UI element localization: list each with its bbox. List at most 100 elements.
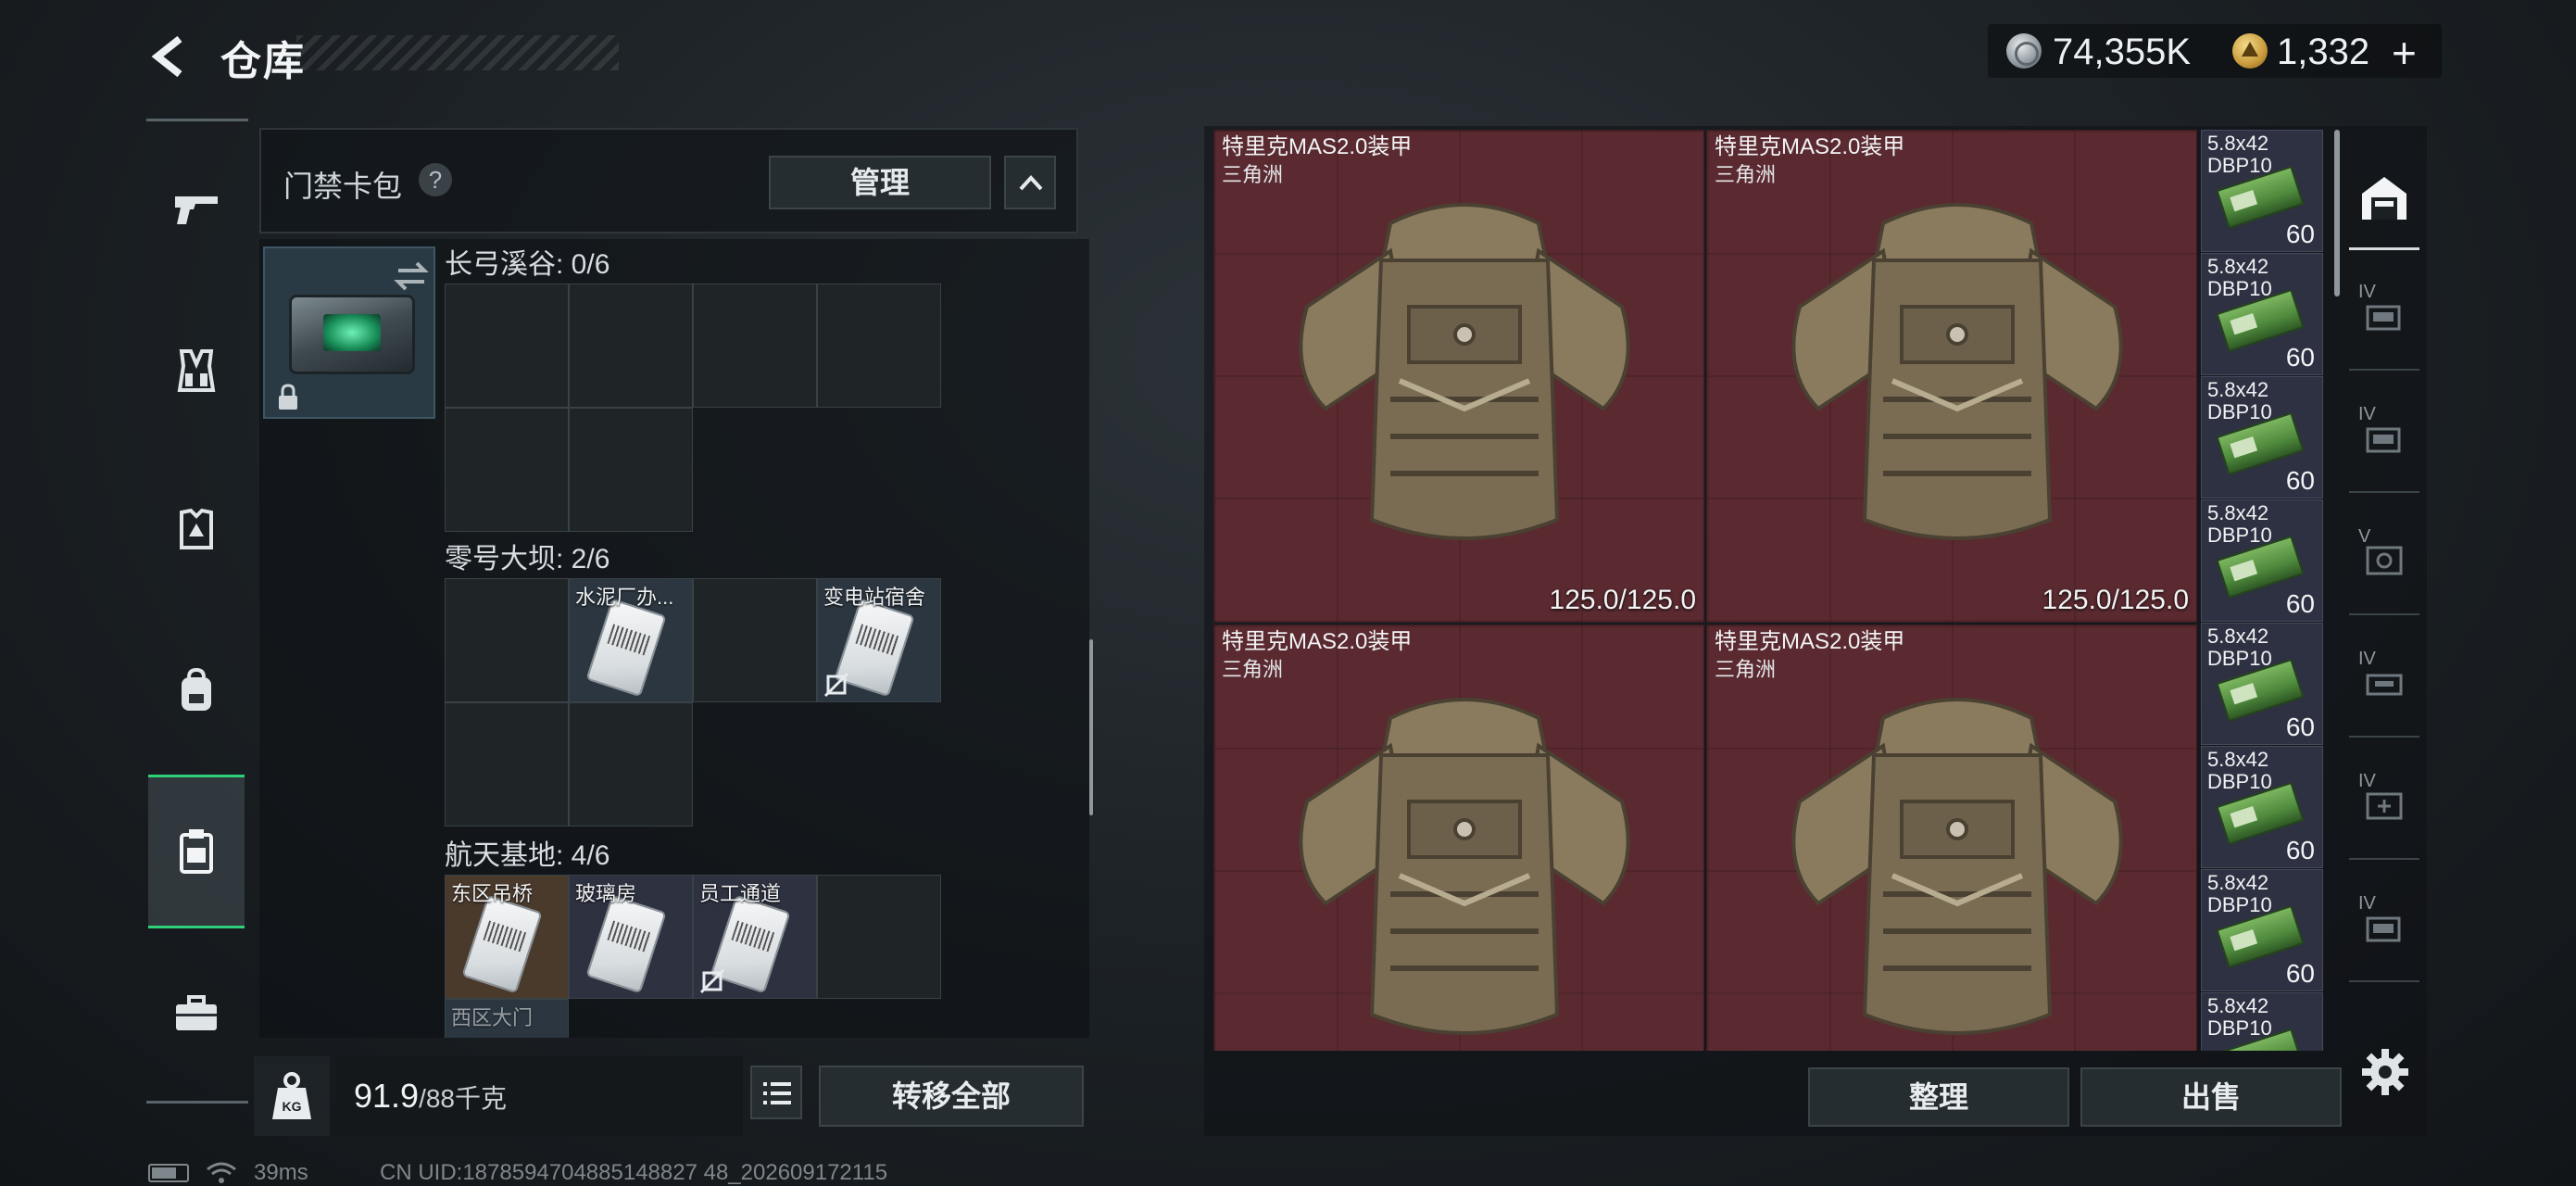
- ammo-name: 5.8x42 DBP10: [2207, 501, 2272, 547]
- rail-item-armor[interactable]: [148, 484, 245, 576]
- ammo-item[interactable]: 5.8x42 DBP10 60: [2201, 130, 2323, 252]
- ammo-item[interactable]: 5.8x42 DBP10 60: [2201, 376, 2323, 498]
- title-decoration: [296, 35, 619, 70]
- keycard-item[interactable]: 东区吊桥: [445, 875, 569, 999]
- currency-bar: 74,355K 1,332 +: [1988, 24, 2442, 78]
- keycard-item[interactable]: 水泥厂办...: [569, 578, 693, 702]
- ammo-count: 60: [2285, 959, 2315, 988]
- keycard-item[interactable]: 员工通道: [693, 875, 817, 999]
- manage-button[interactable]: 管理: [769, 156, 991, 209]
- backpack-icon: [182, 668, 211, 711]
- keycard-item[interactable]: 玻璃房: [569, 875, 693, 999]
- warehouse-tab[interactable]: IV: [2349, 749, 2419, 860]
- card-pack-list[interactable]: 长弓溪谷: 0/6 零号大坝: 2/6 水泥厂办... 变电站宿舍 航天基地: …: [259, 239, 1089, 1038]
- warehouse-icon: [2362, 176, 2406, 220]
- ammo-name: 5.8x42 DBP10: [2207, 871, 2272, 916]
- status-bar: 39ms CN UID:1878594704885148827 48_20260…: [148, 1158, 1074, 1186]
- tab-level: IV: [2358, 893, 2376, 914]
- card-pack-scrollbar[interactable]: [1089, 639, 1093, 815]
- ammo-count: 60: [2285, 836, 2315, 864]
- item-name: 特里克MAS2.0装甲: [1715, 629, 1905, 654]
- sort-button[interactable]: 整理: [1808, 1067, 2069, 1127]
- keycard-image: [585, 894, 667, 994]
- armor-plate-icon: [180, 508, 213, 549]
- swap-icon[interactable]: [393, 259, 430, 293]
- pistol-icon: [175, 196, 218, 224]
- rail-item-chest-rig[interactable]: [148, 324, 245, 417]
- keycard-item[interactable]: 变电站宿舍: [817, 578, 941, 702]
- keycard-case-slot[interactable]: [263, 246, 435, 419]
- map-label-changgong: 长弓溪谷: 0/6: [445, 249, 610, 280]
- rail-item-weapons[interactable]: [148, 163, 245, 256]
- body-armor-image: [1791, 698, 2123, 1035]
- ammo-item[interactable]: 5.8x42 DBP10 60: [2201, 253, 2323, 375]
- silver-coin-icon: [2006, 33, 2042, 69]
- weight-current: 91.9: [354, 1077, 420, 1115]
- ping-text: 39ms: [254, 1160, 308, 1185]
- keycard-name: 东区吊桥: [451, 882, 534, 905]
- uid-text: CN UID:1878594704885148827 48_2026091721…: [380, 1160, 888, 1185]
- add-currency-button[interactable]: +: [2392, 28, 2417, 78]
- card-slot[interactable]: [693, 578, 817, 702]
- item-source: 三角洲: [1715, 163, 1777, 186]
- warehouse-tab[interactable]: IV: [2349, 382, 2419, 493]
- card-slot[interactable]: [817, 875, 941, 999]
- warehouse-main-tab[interactable]: [2349, 148, 2419, 250]
- card-slot[interactable]: [569, 702, 693, 826]
- card-pack-header: 门禁卡包 ? 管理: [259, 128, 1078, 233]
- body-armor-image: [1299, 698, 1630, 1035]
- keycard-name: 员工通道: [699, 882, 782, 905]
- ammo-item[interactable]: 5.8x42 DBP10 60: [2201, 869, 2323, 991]
- ammo-item[interactable]: 5.8x42 DBP10 60: [2201, 499, 2323, 622]
- card-slot[interactable]: [693, 284, 817, 408]
- ammo-name: 5.8x42 DBP10: [2207, 748, 2272, 793]
- settings-gear-icon[interactable]: [2360, 1047, 2410, 1097]
- ammo-name: 5.8x42 DBP10: [2207, 255, 2272, 300]
- weight-limit: /88千克: [419, 1084, 508, 1113]
- armor-item[interactable]: 特里克MAS2.0装甲 三角洲 125.0/125.0: [1213, 130, 1704, 623]
- warehouse-item-grid[interactable]: 特里克MAS2.0装甲 三角洲 125.0/125.0 特里克MAS2.0装甲 …: [1213, 130, 2347, 1051]
- rail-divider: [146, 1101, 248, 1104]
- transfer-all-button[interactable]: 转移全部: [819, 1066, 1084, 1127]
- ammo-item[interactable]: 5.8x42 DBP10: [2201, 992, 2323, 1051]
- back-arrow-icon[interactable]: [148, 33, 195, 80]
- card-slot[interactable]: [817, 284, 941, 408]
- ammo-name: 5.8x42 DBP10: [2207, 625, 2272, 670]
- sell-button[interactable]: 出售: [2080, 1067, 2342, 1127]
- card-slot[interactable]: [569, 408, 693, 532]
- rail-item-toolbox[interactable]: [148, 967, 245, 1060]
- card-slot[interactable]: [445, 578, 569, 702]
- ammo-count: 60: [2285, 713, 2315, 741]
- rail-item-backpack[interactable]: [148, 645, 245, 738]
- warehouse-scrollbar[interactable]: [2334, 130, 2340, 296]
- warehouse-tab[interactable]: V: [2349, 504, 2419, 615]
- map-label-hangtian: 航天基地: 4/6: [445, 840, 610, 871]
- warehouse-tab[interactable]: IV: [2349, 871, 2419, 982]
- help-icon[interactable]: ?: [419, 163, 452, 196]
- weight-value: 91.9/88千克: [354, 1077, 507, 1116]
- silver-amount: 74,355K: [2053, 32, 2192, 72]
- map-label-linghao: 零号大坝: 2/6: [445, 544, 610, 574]
- warehouse-tab[interactable]: IV: [2349, 259, 2419, 371]
- card-slot[interactable]: [445, 702, 569, 826]
- armor-item[interactable]: 特里克MAS2.0装甲 三角洲: [1706, 625, 2197, 1051]
- ammo-name: 5.8x42 DBP10: [2207, 132, 2272, 177]
- ammo-item[interactable]: 5.8x42 DBP10 60: [2201, 623, 2323, 745]
- armor-item[interactable]: 特里克MAS2.0装甲 三角洲 125.0/125.0: [1706, 130, 2197, 623]
- warehouse-tabs: IV IV V IV IV IV: [2349, 259, 2419, 1019]
- card-slot[interactable]: [445, 408, 569, 532]
- card-slot[interactable]: [569, 284, 693, 408]
- collapse-button[interactable]: [1004, 156, 1056, 209]
- rail-item-keycard-case[interactable]: [148, 775, 245, 928]
- keycard-item[interactable]: 西区大门: [445, 999, 569, 1038]
- warehouse-tab[interactable]: IV: [2349, 626, 2419, 738]
- weight-icon: KG: [272, 1072, 311, 1119]
- wifi-icon: [207, 1162, 236, 1183]
- ammo-count: 60: [2285, 589, 2315, 618]
- card-slot[interactable]: [445, 284, 569, 408]
- list-view-button[interactable]: [750, 1066, 802, 1119]
- armor-item[interactable]: 特里克MAS2.0装甲 三角洲: [1213, 625, 1704, 1051]
- ammo-item[interactable]: 5.8x42 DBP10 60: [2201, 746, 2323, 868]
- weight-icon-box: KG: [254, 1056, 330, 1136]
- keycard-case-icon: [180, 829, 213, 874]
